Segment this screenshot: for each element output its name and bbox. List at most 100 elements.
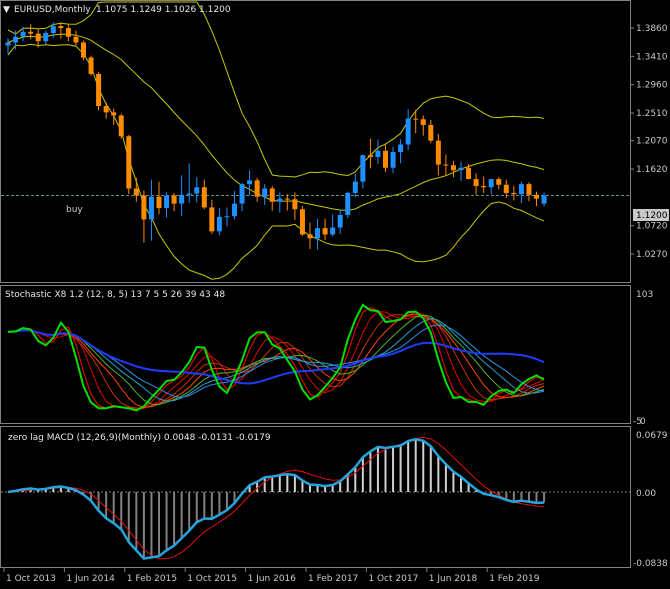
candle-body xyxy=(269,188,275,202)
price-tick-label: 1.1620 xyxy=(636,165,668,175)
time-tick-label: 1 Feb 2015 xyxy=(127,574,177,584)
candle-body xyxy=(473,179,479,187)
candle-body xyxy=(337,214,343,228)
candle-body xyxy=(73,36,79,43)
candle-body xyxy=(103,106,109,113)
candle[interactable] xyxy=(88,55,94,76)
time-axis: 1 Oct 2013 1 Jun 2014 1 Feb 2015 1 Oct 2015… xyxy=(3,568,540,584)
candle-body xyxy=(435,140,441,165)
candle-body xyxy=(179,194,185,204)
candle-body xyxy=(322,228,328,235)
buy-label: buy xyxy=(66,205,83,215)
candle-body xyxy=(526,184,532,195)
candle-body xyxy=(518,184,524,195)
macd-tick-top: 0.0679 xyxy=(636,431,668,441)
candle-body xyxy=(224,216,230,218)
candle-body xyxy=(13,36,19,43)
candle[interactable] xyxy=(126,135,132,195)
candle-body xyxy=(50,26,56,34)
candle-body xyxy=(534,194,539,199)
candle-body xyxy=(503,184,509,193)
time-tick-label: 1 Jun 2018 xyxy=(429,574,478,584)
stochastic-pane[interactable] xyxy=(0,285,631,424)
price-tick-label: 1.2960 xyxy=(636,81,668,91)
candle-body xyxy=(367,155,373,158)
candle-body xyxy=(398,144,404,153)
candle-body xyxy=(209,207,215,232)
candle-body xyxy=(541,195,547,204)
candle-body xyxy=(201,187,207,208)
macd-title: zero lag MACD (12,26,9)(Monthly) 0.0048 … xyxy=(8,433,271,443)
candle-body xyxy=(5,42,11,46)
candle-body xyxy=(43,33,49,42)
candle-body xyxy=(164,195,170,209)
candle-body xyxy=(148,196,154,220)
candle-body xyxy=(299,209,305,235)
candle-body xyxy=(375,150,381,158)
time-tick-label: 1 Oct 2017 xyxy=(368,574,418,584)
candle[interactable] xyxy=(345,191,351,219)
candle-body xyxy=(315,228,321,239)
stochastic-title: Stochastic X8 1.2 (12, 8, 5) 13 7 5 5 26… xyxy=(5,290,225,300)
candle-body xyxy=(277,198,283,202)
candle-body xyxy=(20,31,26,37)
candle-body xyxy=(450,165,456,171)
main-pane-title: EURUSD,Monthly xyxy=(14,5,91,15)
candle-body xyxy=(28,31,34,34)
candle-body xyxy=(126,136,132,189)
candle-body xyxy=(35,33,41,42)
candle-body xyxy=(141,195,147,220)
candle-body xyxy=(443,164,449,166)
candle-body xyxy=(216,216,222,232)
candle-body xyxy=(330,227,336,235)
candle-body xyxy=(413,118,419,120)
price-tick-label: 1.3860 xyxy=(636,24,668,34)
candle-body xyxy=(111,112,117,116)
candle-body xyxy=(239,184,245,204)
candle-body xyxy=(262,188,268,197)
candle-body xyxy=(352,181,358,193)
candle-body xyxy=(156,196,162,209)
candle-body xyxy=(405,118,411,145)
candle-body xyxy=(481,186,487,188)
candle-body xyxy=(420,119,426,125)
current-price-label: 1.1200 xyxy=(636,211,668,221)
candle-body xyxy=(284,198,290,200)
candle-body xyxy=(428,124,434,141)
candle-body xyxy=(171,195,177,204)
candle-body xyxy=(254,180,260,197)
price-tick-label: 1.0270 xyxy=(636,250,668,260)
price-tick-label: 1.0720 xyxy=(636,222,668,232)
price-tick-label: 1.3410 xyxy=(636,52,668,62)
candle[interactable] xyxy=(299,206,305,236)
collapse-triangle-icon[interactable]: ▼ xyxy=(3,5,10,15)
candle-body xyxy=(360,155,366,182)
candle-body xyxy=(88,57,94,74)
candle[interactable] xyxy=(81,40,86,61)
candle[interactable] xyxy=(118,113,124,139)
candle-body xyxy=(496,179,502,185)
price-tick-label: 1.2510 xyxy=(636,109,668,119)
time-tick-label: 1 Oct 2013 xyxy=(6,574,56,584)
candle-body xyxy=(186,193,192,195)
candle-body xyxy=(466,167,472,180)
candle[interactable] xyxy=(96,72,102,111)
macd-tick-zero: 0.00 xyxy=(636,489,656,499)
time-tick-label: 1 Oct 2015 xyxy=(187,574,237,584)
macd-tick-bottom: -0.0838 xyxy=(633,559,668,569)
trading-chart[interactable]: ▼ EURUSD,Monthly 1.1075 1.1249 1.1026 1.… xyxy=(0,0,670,589)
candle-body xyxy=(345,192,351,215)
candle-body xyxy=(81,42,86,58)
candle-body xyxy=(292,199,298,210)
candle-body xyxy=(383,150,388,168)
candle-body xyxy=(133,188,139,196)
candle-body xyxy=(65,28,71,37)
candle-body xyxy=(488,179,494,188)
candle-body xyxy=(458,167,464,171)
stochastic-tick-top: 103 xyxy=(636,290,653,300)
time-tick-label: 1 Jun 2016 xyxy=(248,574,297,584)
candle-body xyxy=(247,180,253,185)
candle-body xyxy=(511,192,517,195)
time-tick-label: 1 Feb 2019 xyxy=(489,574,540,584)
candle-body xyxy=(307,234,313,239)
